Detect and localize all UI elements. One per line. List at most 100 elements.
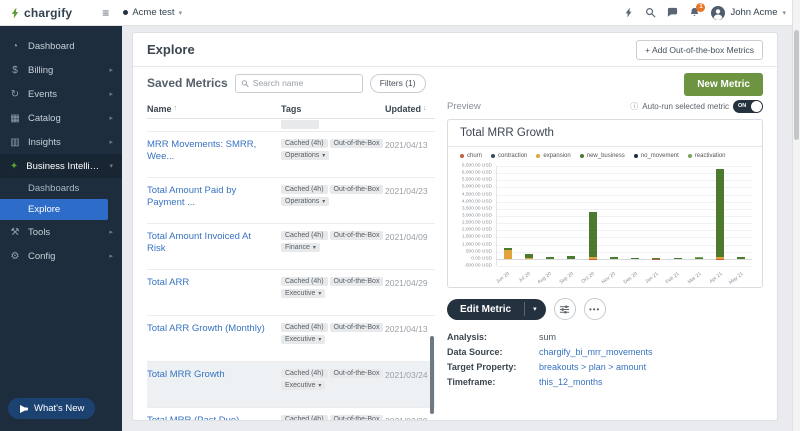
chevron-icon: ▸ xyxy=(109,253,113,260)
metric-name-link[interactable]: Total ARR xyxy=(147,277,281,308)
whats-new-button[interactable]: What's New xyxy=(8,398,96,419)
chevron-down-icon: ▾ xyxy=(318,337,322,343)
chart-bar-new_business[interactable] xyxy=(673,257,682,259)
chart-bar-churn[interactable] xyxy=(716,258,725,260)
list-scrollbar-thumb[interactable] xyxy=(430,336,434,414)
chevron-down-icon: ▾ xyxy=(322,153,326,159)
chart-bar-new_business[interactable] xyxy=(546,257,555,259)
sidebar-item-insights[interactable]: ▥ Insights ▸ xyxy=(0,130,122,154)
legend-dot xyxy=(460,154,464,158)
legend-item-no_movement[interactable]: no_movement xyxy=(633,153,679,159)
chart-bar-new_business[interactable] xyxy=(503,247,512,250)
x-tick-label: May 21 xyxy=(728,271,746,286)
category-dropdown-tag[interactable]: Executive ▾ xyxy=(281,381,326,390)
sort-asc-icon[interactable]: ↑ xyxy=(174,105,178,112)
search-icon[interactable] xyxy=(645,7,656,18)
chart-bar-churn[interactable] xyxy=(652,258,661,260)
chargify-logo[interactable]: chargify xyxy=(10,6,72,20)
metric-name-link[interactable]: Total MRR Growth xyxy=(147,369,281,400)
chart-bar-new_business[interactable] xyxy=(737,257,746,259)
new-metric-button[interactable]: New Metric xyxy=(684,73,763,96)
chart-bar-churn[interactable] xyxy=(588,258,597,260)
notifications-bell-icon[interactable]: 1 xyxy=(689,3,706,18)
chart-bar-new_business[interactable] xyxy=(588,212,597,257)
menu-icon[interactable]: ≡ xyxy=(102,6,109,20)
sidebar-item-explore[interactable]: Explore xyxy=(0,199,108,220)
events-icon: ↻ xyxy=(10,88,20,100)
metric-row[interactable]: Total MRR Growth Cached (4h) Out-of-the-B… xyxy=(147,362,435,408)
sidebar-item-events[interactable]: ↻ Events ▸ xyxy=(0,82,122,106)
x-tick-label: Jan 21 xyxy=(644,271,660,285)
site-name: Acme test xyxy=(132,7,175,18)
category-dropdown-tag[interactable]: Finance ▾ xyxy=(281,243,320,252)
filters-button[interactable]: Filters (1) xyxy=(369,73,426,93)
metric-name-link[interactable]: Total Amount Paid by Payment ... xyxy=(147,185,281,216)
chart-bar-new_business[interactable] xyxy=(609,256,618,259)
user-menu[interactable]: John Acme ▾ xyxy=(711,5,786,20)
chart-bar-new_business[interactable] xyxy=(652,258,661,259)
metric-row[interactable]: MRR Movements: SMRR, Wee... Cached (4h) O… xyxy=(147,132,435,178)
metric-row[interactable]: Total ARR Growth (Monthly) Cached (4h) Ou… xyxy=(147,316,435,362)
chart-bar-new_business[interactable] xyxy=(567,256,576,259)
page-scrollbar[interactable] xyxy=(792,0,800,431)
chat-icon[interactable] xyxy=(667,7,678,18)
chart-bar-new_business[interactable] xyxy=(716,168,725,258)
chart-bar-new_business[interactable] xyxy=(631,258,640,259)
detail-row: Timeframe: this_12_months xyxy=(447,377,763,387)
chart-bar-expansion[interactable] xyxy=(588,256,597,259)
chart-x-axis: Jun 20 Jul 20 Aug 20 Sep 20 Oct 20 Nov 20 Dec … xyxy=(495,268,752,286)
quick-actions-icon[interactable] xyxy=(624,7,634,18)
chart-legend: churn contraction expansion new_business no_… xyxy=(448,147,762,161)
legend-item-new_business[interactable]: new_business xyxy=(579,153,625,159)
edit-metric-button[interactable]: Edit Metric ▾ xyxy=(447,298,546,320)
metric-name-link[interactable]: MRR Movements: SMRR, Wee... xyxy=(147,139,281,170)
metric-row[interactable]: Total ARR Cached (4h) Out-of-the-Box Exec… xyxy=(147,270,435,316)
chart-bar-expansion[interactable] xyxy=(716,257,725,259)
sidebar-item-tools[interactable]: ⚒ Tools ▸ xyxy=(0,220,122,244)
category-dropdown-tag[interactable]: Executive ▾ xyxy=(281,335,326,344)
metric-row[interactable]: Total MRR (Past Due) Cached (4h)Out-of-t… xyxy=(147,408,435,420)
legend-item-reactivation[interactable]: reactivation xyxy=(687,153,725,159)
x-tick-label: Aug 20 xyxy=(536,271,554,286)
gridline xyxy=(497,230,752,232)
user-name: John Acme xyxy=(730,7,778,18)
autorun-toggle[interactable]: ON xyxy=(733,99,763,113)
category-dropdown-tag[interactable]: Operations ▾ xyxy=(281,197,330,206)
chart-bar-new_business[interactable] xyxy=(694,257,703,259)
column-header-name[interactable]: Name ↑ xyxy=(147,104,281,114)
site-selector[interactable]: Acme test ▾ xyxy=(123,7,182,18)
metric-name-link[interactable]: Total Amount Invoiced At Risk xyxy=(147,231,281,262)
legend-item-contraction[interactable]: contraction xyxy=(491,153,527,159)
chart-bar-expansion[interactable] xyxy=(503,249,512,259)
sidebar-item-catalog[interactable]: ▦ Catalog ▸ xyxy=(0,106,122,130)
legend-item-expansion[interactable]: expansion xyxy=(536,153,571,159)
metric-row[interactable]: Total Amount Paid by Payment ... Cached … xyxy=(147,178,435,224)
page-scrollbar-thumb[interactable] xyxy=(794,30,799,140)
preview-pane: New Metric Preview ⓘ Auto-run selected m… xyxy=(435,67,777,420)
sidebar-item-billing[interactable]: $ Billing ▸ xyxy=(0,58,122,82)
chart-bar-new_business[interactable] xyxy=(524,254,533,258)
sidebar-item-dashboard[interactable]: ◔ Dashboard xyxy=(0,34,122,58)
sort-desc-icon[interactable]: ↓ xyxy=(423,105,427,112)
metric-name-link[interactable]: Total ARR Growth (Monthly) xyxy=(147,323,281,354)
sidebar-item-dashboards[interactable]: Dashboards xyxy=(0,178,122,199)
chart-bar-expansion[interactable] xyxy=(524,257,533,259)
more-options-button[interactable]: ••• xyxy=(583,298,606,320)
sidebar-item-business-intelligence[interactable]: ✦ Business Intelligence ▾ xyxy=(0,154,122,178)
category-dropdown-tag[interactable]: Operations ▾ xyxy=(281,151,330,160)
category-dropdown-tag[interactable]: Executive ▾ xyxy=(281,289,326,298)
metric-row[interactable]: Total Amount Invoiced At Risk Cached (4h… xyxy=(147,224,435,270)
business-intelligence-icon: ✦ xyxy=(9,160,19,172)
chevron-down-icon[interactable]: ▾ xyxy=(525,300,546,318)
add-ootb-metrics-button[interactable]: + Add Out-of-the-box Metrics xyxy=(636,39,763,60)
gridline xyxy=(497,251,752,253)
chart-settings-button[interactable] xyxy=(553,298,576,320)
legend-item-churn[interactable]: churn xyxy=(460,153,482,159)
sidebar-item-label: Business Intelligence xyxy=(26,160,102,172)
metric-name-link[interactable]: Total MRR (Past Due) xyxy=(147,415,281,420)
chart-bar-reactivation[interactable] xyxy=(694,256,703,258)
search-input[interactable] xyxy=(252,78,357,88)
column-header-updated[interactable]: Updated ↓ xyxy=(385,104,427,114)
sidebar-item-config[interactable]: ⚙ Config ▸ xyxy=(0,244,122,268)
partial-scrolled-row xyxy=(147,119,435,132)
